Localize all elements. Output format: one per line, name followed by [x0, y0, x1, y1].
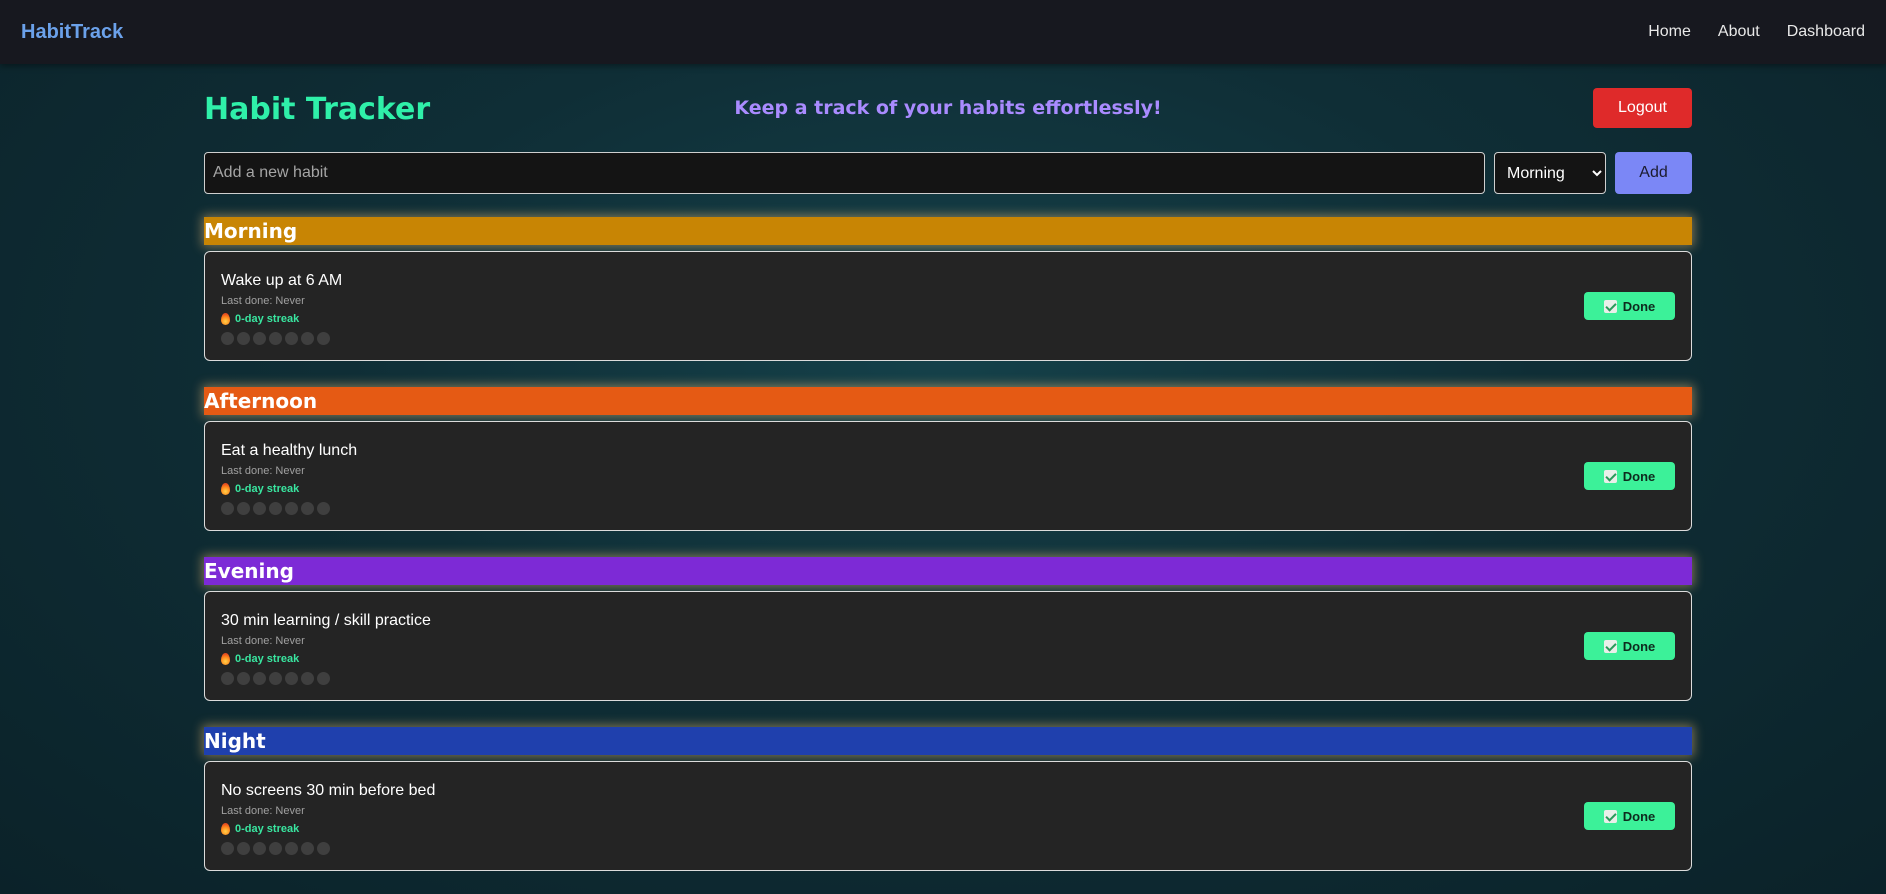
section-header-evening: Evening — [204, 557, 1692, 585]
history-dot — [221, 332, 234, 345]
done-label: Done — [1622, 298, 1656, 314]
history-dot — [317, 332, 330, 345]
history-dot — [269, 332, 282, 345]
history-dot — [285, 842, 298, 855]
history-dot — [301, 842, 314, 855]
section-morning: Morning Wake up at 6 AM Last done: Never… — [204, 217, 1692, 361]
history-dots — [221, 672, 330, 685]
section-header-morning: Morning — [204, 217, 1692, 245]
last-done-text: Last done: Never — [221, 465, 305, 477]
history-dot — [285, 502, 298, 515]
history-dots — [221, 332, 330, 345]
history-dots — [221, 842, 330, 855]
history-dot — [237, 332, 250, 345]
done-button[interactable]: Done — [1584, 462, 1675, 490]
flame-icon — [221, 313, 230, 325]
habit-card: Wake up at 6 AM Last done: Never 0-day s… — [204, 251, 1692, 361]
habit-card: No screens 30 min before bed Last done: … — [204, 761, 1692, 871]
last-done-text: Last done: Never — [221, 635, 305, 647]
flame-icon — [221, 823, 230, 835]
habit-card: Eat a healthy lunch Last done: Never 0-d… — [204, 421, 1692, 531]
history-dot — [237, 842, 250, 855]
habit-name: Eat a healthy lunch — [221, 442, 358, 459]
history-dot — [317, 842, 330, 855]
section-header-night: Night — [204, 727, 1692, 755]
flame-icon — [221, 483, 230, 495]
habit-name: No screens 30 min before bed — [221, 782, 436, 799]
done-button[interactable]: Done — [1584, 292, 1675, 320]
streak-indicator: 0-day streak — [221, 653, 299, 665]
history-dot — [301, 672, 314, 685]
done-button[interactable]: Done — [1584, 802, 1675, 830]
done-label: Done — [1622, 638, 1656, 654]
navbar: HabitTrack Home About Dashboard — [0, 0, 1886, 64]
history-dot — [221, 672, 234, 685]
streak-text: 0-day streak — [235, 483, 300, 495]
section-afternoon: Afternoon Eat a healthy lunch Last done:… — [204, 387, 1692, 531]
streak-text: 0-day streak — [235, 653, 300, 665]
nav-link-dashboard[interactable]: Dashboard — [1787, 23, 1865, 41]
period-select[interactable]: Morning — [1494, 152, 1606, 194]
streak-indicator: 0-day streak — [221, 483, 299, 495]
done-label: Done — [1622, 808, 1656, 824]
done-button[interactable]: Done — [1584, 632, 1675, 660]
history-dots — [221, 502, 330, 515]
last-done-text: Last done: Never — [221, 295, 305, 307]
section-night: Night No screens 30 min before bed Last … — [204, 727, 1692, 871]
history-dot — [269, 842, 282, 855]
checkmark-icon — [1603, 299, 1617, 313]
history-dot — [317, 672, 330, 685]
flame-icon — [221, 653, 230, 665]
habit-card: 30 min learning / skill practice Last do… — [204, 591, 1692, 701]
history-dot — [301, 502, 314, 515]
page-header: Habit Tracker Keep a track of your habit… — [204, 64, 1692, 152]
main-container: Habit Tracker Keep a track of your habit… — [204, 64, 1692, 871]
nav-link-home[interactable]: Home — [1648, 23, 1691, 41]
checkmark-icon — [1603, 809, 1617, 823]
history-dot — [285, 672, 298, 685]
brand-logo[interactable]: HabitTrack — [21, 21, 123, 44]
history-dot — [317, 502, 330, 515]
streak-text: 0-day streak — [235, 823, 300, 835]
history-dot — [237, 502, 250, 515]
logout-button[interactable]: Logout — [1593, 88, 1692, 128]
streak-indicator: 0-day streak — [221, 823, 299, 835]
history-dot — [253, 672, 266, 685]
history-dot — [269, 672, 282, 685]
nav-links: Home About Dashboard — [1621, 23, 1865, 41]
history-dot — [237, 672, 250, 685]
history-dot — [253, 332, 266, 345]
section-header-afternoon: Afternoon — [204, 387, 1692, 415]
history-dot — [269, 502, 282, 515]
history-dot — [285, 332, 298, 345]
history-dot — [301, 332, 314, 345]
nav-link-about[interactable]: About — [1718, 23, 1760, 41]
streak-indicator: 0-day streak — [221, 313, 299, 325]
done-label: Done — [1622, 468, 1656, 484]
add-habit-form: Morning Add — [204, 152, 1692, 194]
streak-text: 0-day streak — [235, 313, 300, 325]
history-dot — [253, 502, 266, 515]
new-habit-input[interactable] — [204, 152, 1485, 194]
checkmark-icon — [1603, 639, 1617, 653]
add-habit-button[interactable]: Add — [1615, 152, 1692, 194]
last-done-text: Last done: Never — [221, 805, 305, 817]
habit-name: 30 min learning / skill practice — [221, 612, 431, 629]
section-evening: Evening 30 min learning / skill practice… — [204, 557, 1692, 701]
tagline: Keep a track of your habits effortlessly… — [734, 97, 1162, 119]
history-dot — [221, 502, 234, 515]
habit-name: Wake up at 6 AM — [221, 272, 343, 289]
history-dot — [221, 842, 234, 855]
history-dot — [253, 842, 266, 855]
checkmark-icon — [1603, 469, 1617, 483]
